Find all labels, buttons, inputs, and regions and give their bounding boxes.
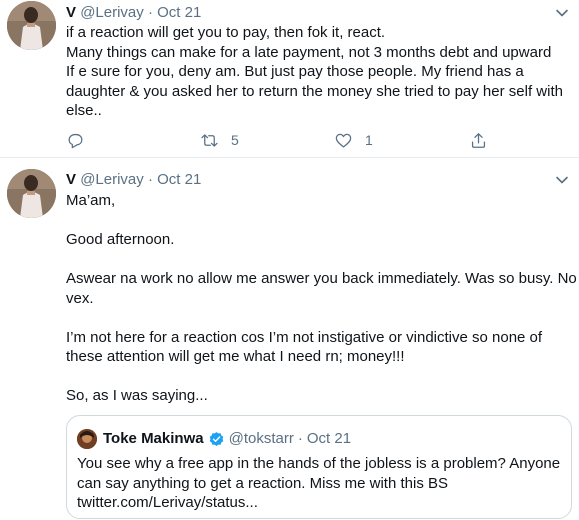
tweet[interactable]: V @Lerivay · Oct 21 if a reaction will g…: [0, 0, 579, 158]
chevron-down-icon[interactable]: [553, 4, 571, 22]
tweet-line: these attention will get me what I need …: [66, 348, 405, 365]
tweet-actions: 5 1: [66, 128, 572, 152]
avatar-image: [7, 169, 56, 218]
author-name[interactable]: V: [66, 171, 76, 188]
tweet[interactable]: V @Lerivay · Oct 21 Ma’am, Good afternoo…: [0, 159, 579, 520]
verified-badge-icon: [209, 431, 223, 446]
share-button[interactable]: [469, 128, 488, 152]
quoted-tweet[interactable]: Toke Makinwa @tokstarr · Oct 21 You see …: [66, 415, 572, 519]
tweet-line: If e sure for you, deny am. But just pay…: [66, 63, 524, 80]
author-handle[interactable]: @Lerivay: [80, 4, 144, 21]
quoted-tweet-header: Toke Makinwa @tokstarr · Oct 21: [77, 429, 351, 449]
author-name: Toke Makinwa: [103, 430, 204, 447]
tweet-line: [66, 211, 572, 231]
tweet-line: You see why a free app in the hands of t…: [77, 455, 561, 472]
tweet-line: else..: [66, 102, 102, 119]
avatar[interactable]: [7, 1, 56, 50]
author-handle: @tokstarr: [228, 430, 294, 447]
tweet-date[interactable]: Oct 21: [157, 171, 201, 188]
dot-separator: ·: [297, 430, 303, 447]
tweet-line: [66, 367, 572, 387]
tweet-line: Many things can make for a late payment,…: [66, 43, 552, 61]
tweet-line: [66, 308, 572, 328]
tweet-date: Oct 21: [306, 430, 352, 447]
author-handle[interactable]: @Lerivay: [80, 171, 144, 188]
tweet-line: I’m not here for a reaction cos I’m not …: [66, 328, 543, 346]
tweet-text: if a reaction will get you to pay, then …: [66, 23, 572, 121]
like-count: 1: [365, 132, 373, 148]
tweet-line: can say anything to get a reaction. Miss…: [77, 474, 449, 492]
tweet-line: Aswear na work no allow me answer you ba…: [66, 270, 577, 287]
tweet-date[interactable]: Oct 21: [157, 4, 201, 21]
tweet-line: [66, 250, 572, 270]
tweet-line: daughter & you asked her to return the m…: [66, 82, 563, 100]
dot-separator: ·: [147, 171, 153, 188]
avatar[interactable]: [7, 169, 56, 218]
tweet-line: if a reaction will get you to pay, then …: [66, 24, 386, 41]
tweet-header: V @Lerivay · Oct 21: [66, 170, 201, 190]
retweet-icon: [201, 133, 218, 147]
heart-icon: [335, 133, 352, 147]
tweet-link[interactable]: twitter.com/Lerivay/status...: [77, 493, 563, 513]
tweet-header: V @Lerivay · Oct 21: [66, 3, 201, 23]
dot-separator: ·: [147, 4, 153, 21]
chevron-down-icon[interactable]: [553, 171, 571, 189]
quoted-tweet-text: You see why a free app in the hands of t…: [77, 454, 563, 513]
retweet-button[interactable]: 5: [200, 128, 239, 152]
author-name[interactable]: V: [66, 4, 76, 21]
retweet-count: 5: [231, 132, 239, 148]
tweet-line: vex.: [66, 289, 94, 307]
reply-icon: [68, 133, 83, 148]
reply-button[interactable]: [66, 128, 85, 152]
tweet-line: Ma’am,: [66, 192, 116, 209]
tweet-text: Ma’am, Good afternoon. Aswear na work no…: [66, 191, 577, 406]
tweet-line: Good afternoon.: [66, 231, 175, 248]
share-icon: [471, 132, 486, 148]
tweet-line: So, as I was saying...: [66, 387, 208, 404]
like-button[interactable]: 1: [334, 128, 373, 152]
avatar: [77, 429, 97, 449]
avatar-image: [7, 1, 56, 50]
